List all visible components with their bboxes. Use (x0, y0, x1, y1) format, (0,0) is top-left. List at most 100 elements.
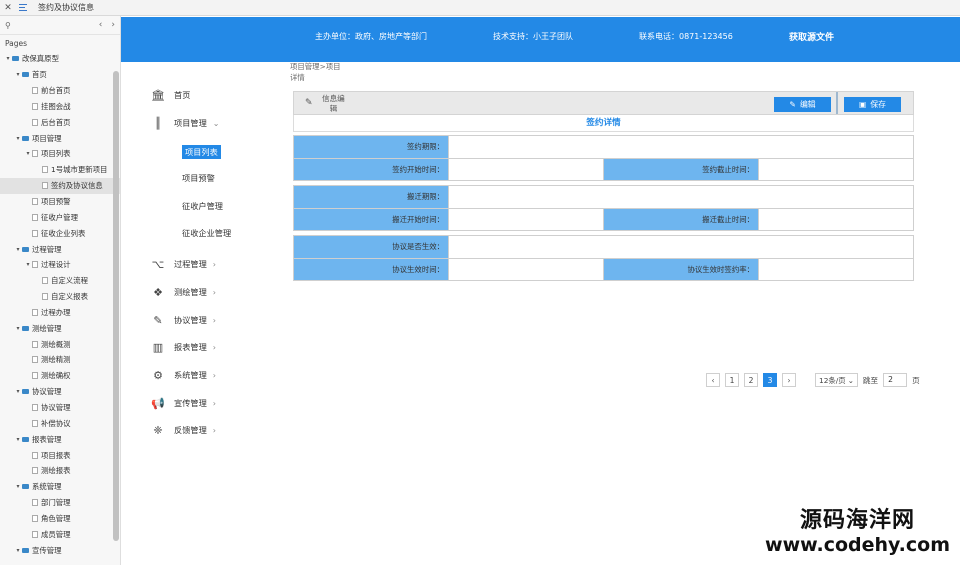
tree-item[interactable]: ▾ 项目列表 (0, 146, 120, 162)
edit-button[interactable]: ✎ 编辑 (774, 97, 831, 112)
top-banner: 主办单位：政府、房地产等部门 技术支持：小王子团队 联系电话：0871-1234… (121, 17, 960, 62)
tree-item[interactable]: ▾ 过程管理 (0, 241, 120, 257)
nav-item[interactable]: 📢 宣传管理 › (150, 396, 216, 410)
nav-subitem[interactable]: 征收户管理 (182, 200, 223, 212)
field-input[interactable] (758, 209, 913, 230)
nav-subitem[interactable]: 项目列表 (182, 145, 221, 159)
jump-label: 跳至 (862, 375, 879, 385)
tree-toggle-icon[interactable]: ▾ (14, 135, 22, 142)
tree-toggle-icon[interactable]: ▾ (14, 547, 22, 554)
save-button[interactable]: ▣ 保存 (844, 97, 901, 112)
page-number-button[interactable]: 1 (725, 373, 739, 387)
tree-item[interactable]: 过程办理 (0, 305, 120, 321)
field-input[interactable] (448, 209, 603, 230)
chevron-icon: › (212, 370, 216, 380)
tree-item[interactable]: 征收企业列表 (0, 225, 120, 241)
tree-item[interactable]: ▾ 首页 (0, 67, 120, 83)
field-input[interactable] (448, 236, 913, 258)
tree-toggle-icon[interactable]: ▾ (14, 325, 22, 332)
tree-item-label: 后台首页 (41, 117, 71, 127)
tree-item[interactable]: ▾ 项目管理 (0, 130, 120, 146)
tree-item-label: 测绘精测 (41, 355, 71, 365)
tree-toggle-icon[interactable]: ▾ (14, 246, 22, 253)
tree-item[interactable]: ▾ 系统管理 (0, 479, 120, 495)
collapse-left-icon[interactable]: ‹ (99, 20, 103, 30)
tree-item[interactable]: 自定义流程 (0, 273, 120, 289)
tree-item-label: 部门管理 (41, 498, 71, 508)
nav-item[interactable]: ⚙ 系统管理 › (150, 368, 216, 382)
page-size-select[interactable]: 12条/页 ⌄ (815, 373, 858, 387)
jump-page-input[interactable]: 2 (883, 373, 908, 387)
get-source-link[interactable]: 获取源文件 (789, 30, 834, 43)
tree-item[interactable]: 签约及协议信息 (0, 177, 120, 194)
tree-item[interactable]: 前台首页 (0, 83, 120, 99)
page-number-button[interactable]: 2 (744, 373, 758, 387)
page-number-button[interactable]: 3 (763, 373, 777, 387)
tree-item[interactable]: 成员管理 (0, 526, 120, 542)
watermark: 源码海洋网 www.codehy.com (765, 508, 950, 556)
tech-support-text: 技术支持：小王子团队 (493, 32, 573, 41)
tree-item[interactable]: 部门管理 (0, 495, 120, 511)
tree-item[interactable]: 补偿协议 (0, 415, 120, 431)
tree-toggle-icon[interactable]: ▾ (14, 388, 22, 395)
nav-item[interactable]: ❖ 测绘管理 › (150, 285, 216, 299)
tree-item[interactable]: 测绘概测 (0, 336, 120, 352)
nav-item[interactable]: ▥ 报表管理 › (150, 340, 216, 354)
field-input[interactable] (448, 136, 913, 158)
expand-right-icon[interactable]: › (111, 20, 115, 30)
search-icon[interactable]: ⚲ (5, 21, 11, 30)
hamburger-icon[interactable] (16, 0, 32, 16)
nav-item[interactable]: ⌥ 过程管理 › (150, 257, 216, 271)
tree-item[interactable]: 角色管理 (0, 510, 120, 526)
tree-item[interactable]: 协议管理 (0, 400, 120, 416)
tab-title[interactable]: 签约及协议信息 (38, 2, 94, 13)
page-icon (42, 277, 48, 285)
tree-item[interactable]: 测绘确权 (0, 368, 120, 384)
chevron-icon: ⌄ (212, 118, 220, 128)
tree-item[interactable]: 测绘报表 (0, 463, 120, 479)
tree-toggle-icon[interactable]: ▾ (14, 483, 22, 490)
tree-item[interactable]: ▾ 过程设计 (0, 257, 120, 273)
tree-item[interactable]: 自定义报表 (0, 289, 120, 305)
nav-item[interactable]: 🏛 首页 (150, 88, 190, 102)
field-input[interactable] (448, 259, 603, 280)
field-label: 协议生效时签约率： (603, 259, 758, 280)
nav-item-label: 首页 (174, 90, 191, 100)
field-input[interactable] (448, 159, 603, 180)
tree-item[interactable]: 测绘精测 (0, 352, 120, 368)
tree-item[interactable]: ▾ 报表管理 (0, 431, 120, 447)
page-icon (32, 530, 38, 538)
nav-subitem[interactable]: 征收企业管理 (182, 227, 231, 239)
folder-icon (22, 484, 29, 490)
tree-item[interactable]: 项目预警 (0, 194, 120, 210)
nav-item[interactable]: ║ 项目管理 ⌄ (150, 116, 220, 130)
tree-item[interactable]: 后台首页 (0, 114, 120, 130)
field-input[interactable] (758, 259, 913, 280)
field-input[interactable] (448, 186, 913, 208)
tree-item[interactable]: 1号城市更新项目 (0, 162, 120, 178)
next-page-button[interactable]: › (782, 373, 796, 387)
nav-item[interactable]: ✎ 协议管理 › (150, 313, 216, 327)
tree-item[interactable]: ▾ 改保真原型 (0, 51, 120, 67)
prev-page-button[interactable]: ‹ (706, 373, 720, 387)
tree-toggle-icon[interactable]: ▾ (14, 71, 22, 78)
tree-item[interactable]: ▾ 测绘管理 (0, 320, 120, 336)
nav-subitem[interactable]: 项目预警 (182, 172, 215, 184)
tree-item-label: 报表管理 (32, 434, 62, 444)
tree-scrollbar[interactable] (113, 71, 119, 541)
form-row: 协议是否生效： (294, 236, 913, 258)
tree-toggle-icon[interactable]: ▾ (24, 150, 32, 157)
tree-toggle-icon[interactable]: ▾ (14, 436, 22, 443)
tree-item[interactable]: 征收户管理 (0, 209, 120, 225)
tree-item[interactable]: ▾ 协议管理 (0, 384, 120, 400)
tree-toggle-icon[interactable]: ▾ (24, 261, 32, 268)
close-icon[interactable]: ✕ (0, 3, 16, 13)
tree-toggle-icon[interactable]: ▾ (4, 55, 12, 62)
tree-item[interactable]: ▾ 宣传管理 (0, 542, 120, 558)
tree-item[interactable]: 挂图会战 (0, 99, 120, 115)
breadcrumb-path[interactable]: 项目管理>项目 (290, 61, 341, 72)
field-input[interactable] (758, 159, 913, 180)
tree-item[interactable]: 项目报表 (0, 447, 120, 463)
nav-item[interactable]: ❈ 反馈管理 › (150, 423, 216, 437)
pagination: ‹ 1 2 3 › 12条/页 ⌄ 跳至 2 页 (706, 373, 920, 387)
